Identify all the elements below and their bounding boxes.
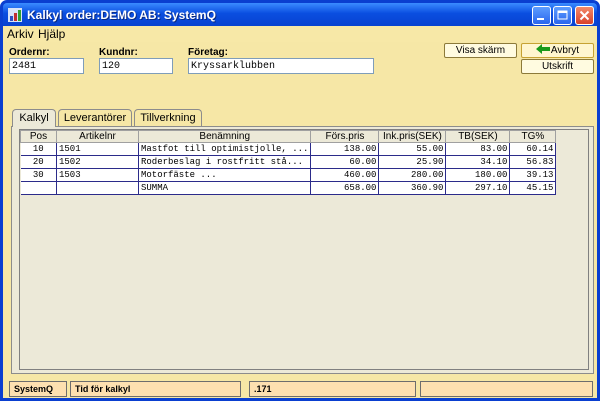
- col-header-pos[interactable]: Pos: [20, 130, 57, 143]
- ordernr-field[interactable]: 2481: [9, 58, 84, 74]
- app-icon: [8, 8, 22, 22]
- avbryt-button[interactable]: Avbryt: [521, 43, 594, 58]
- maximize-icon: [557, 10, 568, 20]
- maximize-button[interactable]: [553, 6, 572, 25]
- cell-pos[interactable]: 10: [20, 142, 57, 156]
- cell-ink-pris[interactable]: 55.00: [378, 142, 447, 156]
- kundnr-field[interactable]: 120: [99, 58, 173, 74]
- cell-tg[interactable]: 60.14: [509, 142, 557, 156]
- cell-pos[interactable]: 30: [20, 168, 57, 182]
- summary-tb: 297.10: [445, 181, 511, 195]
- kundnr-label: Kundnr:: [99, 47, 138, 58]
- summary-label: SUMMA: [138, 181, 312, 195]
- cell-tb[interactable]: 83.00: [445, 142, 511, 156]
- tab-tillverkning[interactable]: Tillverkning: [134, 109, 202, 126]
- cell-pos[interactable]: 20: [20, 155, 57, 169]
- cell-tb[interactable]: 34.10: [445, 155, 511, 169]
- summary-tg: 45.15: [509, 181, 557, 195]
- summary-row: SUMMA 658.00 360.90 297.10 45.15: [20, 181, 557, 195]
- menu-hjalp[interactable]: Hjälp: [38, 27, 65, 41]
- cell-artikelnr[interactable]: 1501: [56, 142, 139, 156]
- cell-artikelnr[interactable]: 1502: [56, 155, 139, 169]
- col-header-tg[interactable]: TG%: [509, 130, 557, 143]
- cell-tg[interactable]: 39.13: [509, 168, 557, 182]
- back-arrow-icon: [535, 44, 550, 54]
- status-extra: [420, 381, 593, 397]
- col-header-fors-pris[interactable]: Förs.pris: [310, 130, 380, 143]
- cell-artikelnr[interactable]: 1503: [56, 168, 139, 182]
- cell-artikelnr-empty: [56, 181, 139, 195]
- cell-ink-pris[interactable]: 25.90: [378, 155, 447, 169]
- minimize-button[interactable]: [532, 6, 551, 25]
- cell-tb[interactable]: 180.00: [445, 168, 511, 182]
- status-app: SystemQ: [9, 381, 67, 397]
- avbryt-label: Avbryt: [550, 45, 580, 56]
- col-header-tb[interactable]: TB(SEK): [445, 130, 511, 143]
- close-icon: [579, 10, 590, 21]
- cell-fors-pris[interactable]: 138.00: [310, 142, 380, 156]
- summary-fors-pris: 658.00: [310, 181, 380, 195]
- col-header-benamning[interactable]: Benämning: [137, 130, 312, 143]
- cell-fors-pris[interactable]: 60.00: [310, 155, 380, 169]
- utskrift-button[interactable]: Utskrift: [521, 59, 594, 74]
- menu-arkiv[interactable]: Arkiv: [7, 27, 34, 41]
- ordernr-label: Ordernr:: [9, 47, 50, 58]
- cell-tg[interactable]: 56.83: [509, 155, 557, 169]
- close-button[interactable]: [575, 6, 594, 25]
- window-title: Kalkyl order:DEMO AB: SystemQ: [27, 8, 216, 22]
- menu-bar: Arkiv Hjälp: [3, 26, 597, 42]
- kalkyl-table: Pos Artikelnr Benämning Förs.pris Ink.pr…: [20, 130, 557, 195]
- status-bar: SystemQ Tid för kalkyl .171: [3, 378, 597, 398]
- cell-benamning[interactable]: Motorfäste ...: [138, 168, 312, 182]
- app-window: Kalkyl order:DEMO AB: SystemQ Arkiv Hjäl…: [0, 0, 600, 401]
- cell-ink-pris[interactable]: 280.00: [378, 168, 447, 182]
- visa-skarm-button[interactable]: Visa skärm: [444, 43, 517, 58]
- table-header-row: Pos Artikelnr Benämning Förs.pris Ink.pr…: [20, 130, 557, 143]
- foretag-label: Företag:: [188, 47, 228, 58]
- col-header-ink-pris[interactable]: Ink.pris(SEK): [378, 130, 447, 143]
- minimize-icon: [537, 18, 544, 20]
- table-row[interactable]: 30 1503 Motorfäste ... 460.00 280.00 180…: [20, 168, 557, 182]
- cell-benamning[interactable]: Mastfot till optimistjolle, ...: [138, 142, 312, 156]
- cell-fors-pris[interactable]: 460.00: [310, 168, 380, 182]
- table-row[interactable]: 10 1501 Mastfot till optimistjolle, ... …: [20, 142, 557, 156]
- tab-leverantorer[interactable]: Leverantörer: [58, 109, 132, 126]
- status-value: .171: [249, 381, 416, 397]
- foretag-field[interactable]: Kryssarklubben: [188, 58, 374, 74]
- kalkyl-panel: Pos Artikelnr Benämning Förs.pris Ink.pr…: [11, 126, 594, 374]
- kalkyl-grid[interactable]: Pos Artikelnr Benämning Förs.pris Ink.pr…: [19, 129, 589, 370]
- status-label: Tid för kalkyl: [70, 381, 241, 397]
- cell-pos-empty: [20, 181, 57, 195]
- col-header-artikelnr[interactable]: Artikelnr: [56, 130, 139, 143]
- table-row[interactable]: 20 1502 Roderbeslag i rostfritt stå... 6…: [20, 155, 557, 169]
- tab-kalkyl[interactable]: Kalkyl: [12, 109, 56, 127]
- summary-ink-pris: 360.90: [378, 181, 447, 195]
- cell-benamning[interactable]: Roderbeslag i rostfritt stå...: [138, 155, 312, 169]
- client-area: Arkiv Hjälp Ordernr: 2481 Kundnr: 120 Fö…: [3, 26, 597, 398]
